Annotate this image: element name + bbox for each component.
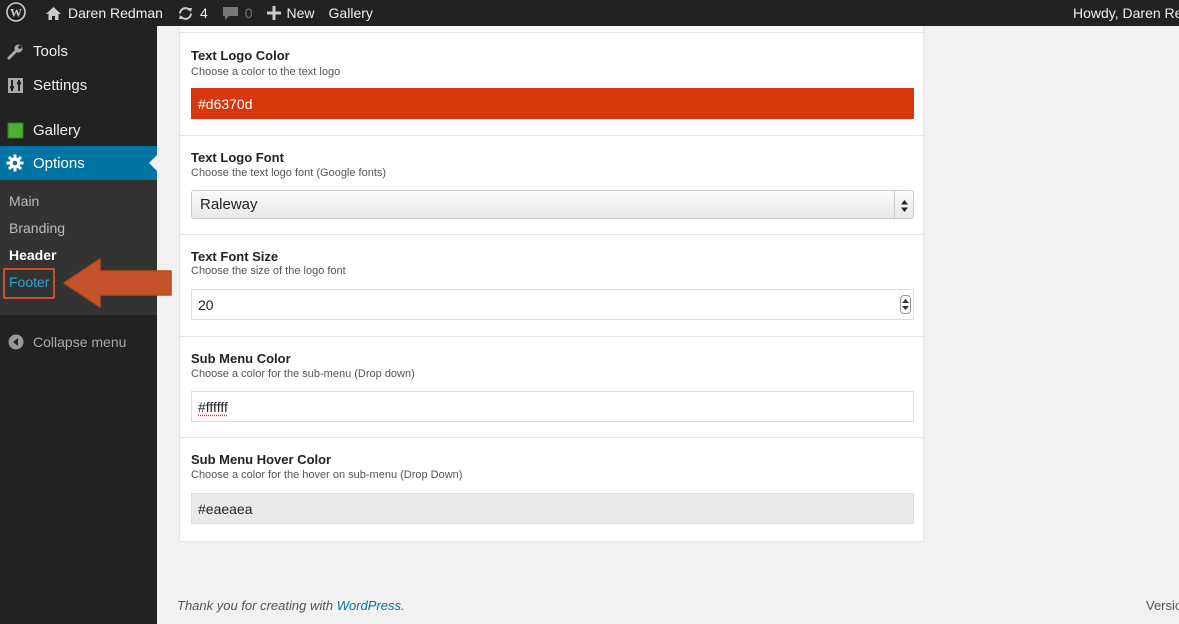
gallery-label: Gallery [329, 5, 373, 21]
footer-thanks-prefix: Thank you for creating with [177, 598, 337, 613]
collapse-arrow-icon [7, 333, 25, 351]
sub-menu-color-input[interactable]: #ffffff [191, 391, 914, 422]
sidebar-item-label: Options [33, 155, 85, 172]
wordpress-icon: W [6, 2, 26, 25]
sub-menu-color-title: Sub Menu Color [191, 351, 291, 366]
comments-link[interactable]: 0 [215, 0, 260, 26]
account-menu[interactable]: Howdy, Daren Red [1066, 0, 1179, 26]
sub-menu-hover-color-value: #eaeaea [198, 501, 253, 517]
sub-menu-hover-color-input[interactable]: #eaeaea [191, 493, 914, 524]
refresh-icon [177, 5, 194, 22]
text-logo-color-value: #d6370d [198, 96, 253, 112]
updates-count: 4 [200, 5, 208, 21]
sidebar-item-label: Tools [33, 43, 68, 60]
sidebar-item-options[interactable]: Options [0, 146, 157, 180]
footer-thanks: Thank you for creating with WordPress. [177, 598, 405, 613]
sliders-icon [6, 76, 24, 94]
footer-thanks-suffix: . [401, 598, 405, 613]
sidebar-item-gallery[interactable]: Gallery [0, 113, 157, 147]
text-logo-font-value: Raleway [200, 196, 258, 213]
sidebar-item-label: Settings [33, 77, 87, 94]
wordpress-link[interactable]: WordPress [337, 598, 401, 613]
text-logo-color-desc: Choose a color to the text logo [191, 66, 340, 78]
annotation-arrow-icon [62, 257, 173, 314]
text-logo-font-desc: Choose the text logo font (Google fonts) [191, 167, 386, 179]
sidebar-item-tools[interactable]: Tools [0, 34, 157, 68]
admin-bar: W Daren Redman 4 0 New Gallery Howdy, Da… [0, 0, 1179, 26]
sidebar-item-settings[interactable]: Settings [0, 68, 157, 102]
text-logo-color-title: Text Logo Color [191, 48, 290, 63]
sidebar-item-label: Gallery [33, 122, 81, 139]
collapse-menu-label: Collapse menu [33, 334, 126, 350]
text-logo-font-section: Text Logo Font Choose the text logo font… [180, 136, 923, 235]
text-font-size-desc: Choose the size of the logo font [191, 265, 346, 277]
wordpress-logo-button[interactable]: W [0, 0, 38, 26]
version-label: Versio [1146, 598, 1179, 613]
sub-menu-color-value: #ffffff [198, 399, 228, 415]
comment-icon [222, 6, 239, 21]
gallery-icon [6, 121, 24, 139]
text-font-size-title: Text Font Size [191, 249, 278, 264]
gear-icon [6, 154, 24, 172]
howdy-label: Howdy, Daren Red [1073, 5, 1179, 21]
number-spinner-icon[interactable] [900, 295, 911, 314]
wrench-icon [6, 42, 24, 60]
comments-count: 0 [245, 5, 253, 21]
sub-menu-hover-color-section: Sub Menu Hover Color Choose a color for … [180, 438, 923, 541]
site-name-link[interactable]: Daren Redman [38, 0, 170, 26]
text-logo-font-title: Text Logo Font [191, 150, 284, 165]
updates-link[interactable]: 4 [170, 0, 215, 26]
select-arrows-icon [894, 191, 913, 220]
plus-icon [267, 6, 281, 20]
new-content-link[interactable]: New [260, 0, 322, 26]
text-font-size-input[interactable]: 20 [191, 289, 914, 320]
footer-highlight-box [3, 268, 55, 299]
text-logo-color-section: Text Logo Color Choose a color to the te… [180, 33, 923, 136]
submenu-item-main[interactable]: Main [9, 193, 39, 209]
sub-menu-color-desc: Choose a color for the sub-menu (Drop do… [191, 368, 415, 380]
new-label: New [287, 5, 315, 21]
home-icon [45, 6, 62, 21]
options-panel: Text Logo Color Choose a color to the te… [179, 26, 924, 542]
submenu-item-branding[interactable]: Branding [9, 220, 65, 236]
submenu-item-header[interactable]: Header [9, 247, 56, 263]
svg-text:W: W [10, 5, 22, 19]
text-font-size-value: 20 [198, 297, 214, 313]
sub-menu-hover-color-title: Sub Menu Hover Color [191, 452, 331, 467]
sub-menu-hover-color-desc: Choose a color for the hover on sub-menu… [191, 469, 462, 481]
sub-menu-color-section: Sub Menu Color Choose a color for the su… [180, 337, 923, 438]
text-logo-font-select[interactable]: Raleway [191, 190, 914, 219]
collapse-menu-button[interactable]: Collapse menu [0, 332, 126, 352]
admin-sidebar: Tools Settings Gallery Options Main Bran… [0, 26, 157, 624]
text-font-size-section: Text Font Size Choose the size of the lo… [180, 235, 923, 337]
gallery-link[interactable]: Gallery [322, 0, 380, 26]
text-logo-color-input[interactable]: #d6370d [191, 88, 914, 119]
site-name-label: Daren Redman [68, 5, 163, 21]
